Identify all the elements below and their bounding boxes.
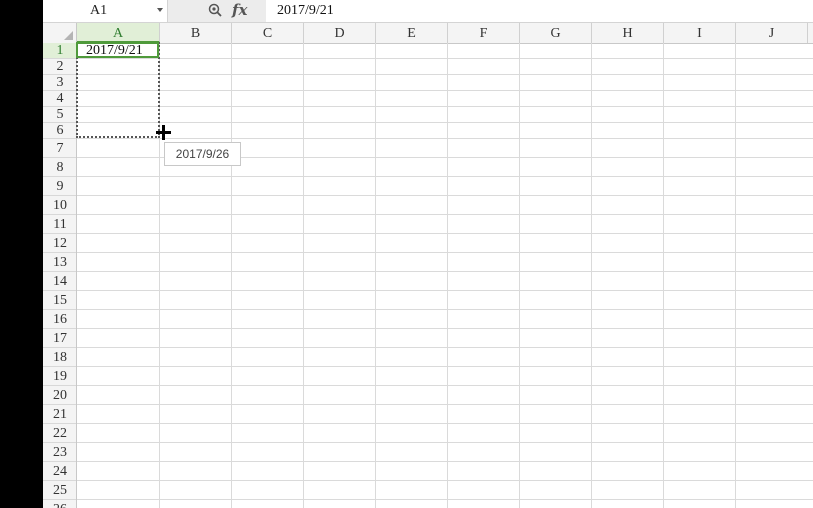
grid-vertical-line <box>375 43 376 508</box>
grid-vertical-line <box>447 43 448 508</box>
fx-icon[interactable]: fx <box>232 1 247 19</box>
grid-horizontal-line <box>77 309 813 310</box>
name-box[interactable]: A1 <box>43 0 168 22</box>
grid-horizontal-line <box>77 385 813 386</box>
grid-vertical-line <box>519 43 520 508</box>
column-header-c[interactable]: C <box>232 23 304 43</box>
formula-input[interactable]: 2017/9/21 <box>267 0 813 22</box>
name-box-value: A1 <box>90 3 108 18</box>
row-header-24[interactable]: 24 <box>43 462 76 481</box>
formula-bar: A1 fx 2017/9/21 <box>43 0 813 23</box>
row-header-21[interactable]: 21 <box>43 405 76 424</box>
grid-horizontal-line <box>77 58 813 59</box>
row-header-10[interactable]: 10 <box>43 196 76 215</box>
column-header-b[interactable]: B <box>160 23 232 43</box>
grid-horizontal-line <box>77 328 813 329</box>
grid-horizontal-line <box>77 90 813 91</box>
row-header-12[interactable]: 12 <box>43 234 76 253</box>
select-all-corner[interactable] <box>43 23 77 43</box>
grid-vertical-line <box>303 43 304 508</box>
row-header-6[interactable]: 6 <box>43 123 76 139</box>
grid-horizontal-line <box>77 233 813 234</box>
left-black-margin <box>0 0 43 508</box>
grid-horizontal-line <box>77 366 813 367</box>
grid-horizontal-line <box>77 290 813 291</box>
column-header-e[interactable]: E <box>376 23 448 43</box>
fill-preview-tooltip: 2017/9/26 <box>164 142 241 166</box>
row-header-25[interactable]: 25 <box>43 481 76 500</box>
row-header-17[interactable]: 17 <box>43 329 76 348</box>
fill-handle-cursor-icon <box>156 125 171 140</box>
row-header-7[interactable]: 7 <box>43 139 76 158</box>
grid-horizontal-line <box>77 423 813 424</box>
row-header-23[interactable]: 23 <box>43 443 76 462</box>
row-header-20[interactable]: 20 <box>43 386 76 405</box>
magnifier-icon[interactable] <box>208 3 222 17</box>
row-header-22[interactable]: 22 <box>43 424 76 443</box>
row-header-26[interactable]: 26 <box>43 500 76 508</box>
grid-horizontal-line <box>77 214 813 215</box>
row-header-8[interactable]: 8 <box>43 158 76 177</box>
row-header-2[interactable]: 2 <box>43 59 76 75</box>
grid-horizontal-line <box>77 442 813 443</box>
select-all-triangle-icon <box>64 31 73 40</box>
grid-horizontal-line <box>77 499 813 500</box>
grid-horizontal-line <box>77 404 813 405</box>
row-header-14[interactable]: 14 <box>43 272 76 291</box>
grid-horizontal-line <box>77 176 813 177</box>
row-headers: 1 2 3 4 5 6 7 8 9 10 11 12 13 14 15 16 17 18 19 20 21 22 23 24 2… <box>43 43 77 508</box>
grid-vertical-line <box>735 43 736 508</box>
column-header-f[interactable]: F <box>448 23 520 43</box>
grid-horizontal-line <box>77 461 813 462</box>
row-header-3[interactable]: 3 <box>43 75 76 91</box>
column-header-d[interactable]: D <box>304 23 376 43</box>
row-header-18[interactable]: 18 <box>43 348 76 367</box>
active-cell-border <box>76 42 159 58</box>
grid-vertical-line <box>591 43 592 508</box>
column-header-a[interactable]: A <box>77 23 160 43</box>
dropdown-arrow-icon[interactable] <box>157 8 163 12</box>
column-header-j[interactable]: J <box>736 23 808 43</box>
grid-horizontal-line <box>77 252 813 253</box>
row-header-16[interactable]: 16 <box>43 310 76 329</box>
grid-horizontal-line <box>77 122 813 123</box>
row-header-11[interactable]: 11 <box>43 215 76 234</box>
row-header-4[interactable]: 4 <box>43 91 76 107</box>
row-header-15[interactable]: 15 <box>43 291 76 310</box>
row-header-13[interactable]: 13 <box>43 253 76 272</box>
row-header-5[interactable]: 5 <box>43 107 76 123</box>
grid-vertical-line <box>231 43 232 508</box>
grid-horizontal-line <box>77 74 813 75</box>
grid-horizontal-line <box>77 271 813 272</box>
column-header-i[interactable]: I <box>664 23 736 43</box>
grid-vertical-line <box>663 43 664 508</box>
row-header-19[interactable]: 19 <box>43 367 76 386</box>
grid-horizontal-line <box>77 347 813 348</box>
column-header-g[interactable]: G <box>520 23 592 43</box>
grid-horizontal-line <box>77 138 813 139</box>
row-header-9[interactable]: 9 <box>43 177 76 196</box>
grid-horizontal-line <box>77 106 813 107</box>
grid-horizontal-line <box>77 195 813 196</box>
column-headers: ABCDEFGHIJ <box>43 23 813 44</box>
grid-horizontal-line <box>77 480 813 481</box>
cell-grid[interactable] <box>77 43 813 508</box>
formula-value: 2017/9/21 <box>277 3 334 18</box>
row-header-1[interactable]: 1 <box>43 43 76 59</box>
formula-tools: fx <box>168 0 266 22</box>
column-header-h[interactable]: H <box>592 23 664 43</box>
